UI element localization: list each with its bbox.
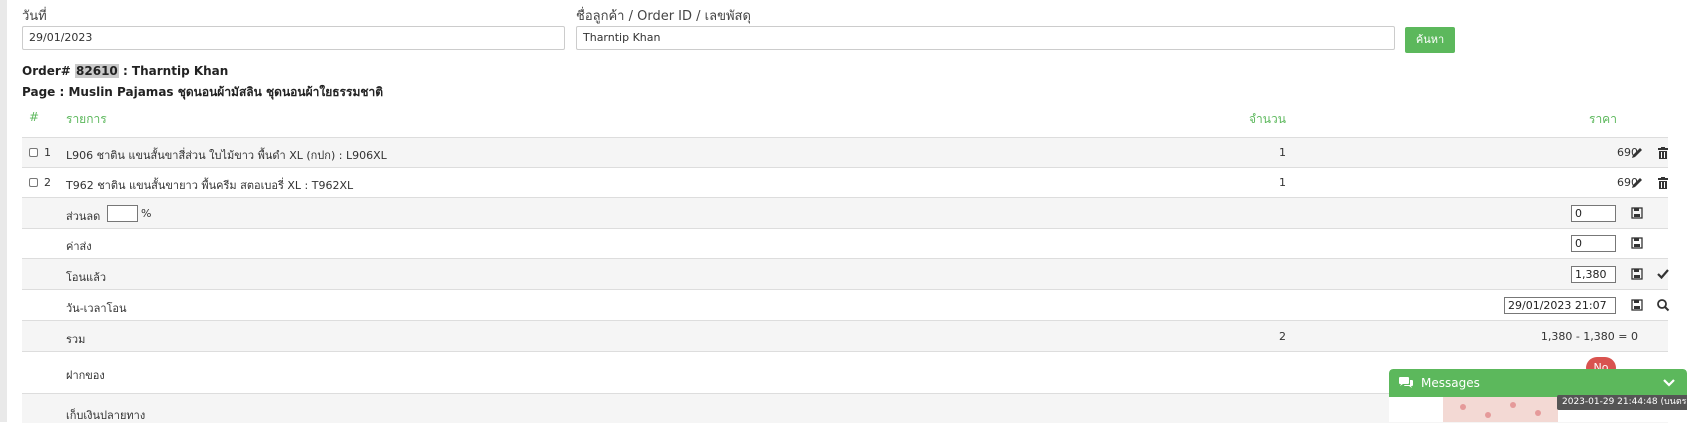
- row-number: 2: [44, 176, 51, 189]
- header-price: ราคา: [1589, 112, 1617, 126]
- trash-icon[interactable]: [1656, 176, 1670, 190]
- left-edge-strip: [0, 0, 7, 422]
- pencil-icon[interactable]: [1630, 176, 1644, 190]
- search-icon[interactable]: [1656, 298, 1670, 312]
- paid-label: โอนแล้ว: [66, 271, 107, 284]
- header-qty: จำนวน: [1249, 112, 1286, 126]
- chevron-down-icon[interactable]: [1662, 378, 1676, 388]
- order-customer: : Tharntip Khan: [122, 64, 229, 78]
- header-num: #: [29, 110, 40, 124]
- discount-label: ส่วนลด: [66, 210, 101, 223]
- order-title: Order# 82610 : Tharntip Khan: [22, 64, 228, 78]
- shipping-label: ค่าส่ง: [66, 240, 92, 253]
- discount-percent-input[interactable]: [107, 205, 138, 222]
- row-checkbox[interactable]: [29, 178, 38, 187]
- order-page: Page : Muslin Pajamas ชุดนอนผ้ามัสลิน ชุ…: [22, 85, 384, 99]
- transfer-time-label: วัน-เวลาโอน: [66, 302, 127, 315]
- transfer-time-row: วัน-เวลาโอน 29/01/2023 21:07: [22, 289, 1670, 321]
- date-input[interactable]: 29/01/2023: [22, 26, 565, 50]
- row-checkbox[interactable]: [29, 148, 38, 157]
- shipping-row: ค่าส่ง 0: [22, 228, 1668, 259]
- table-row: 1 L906 ชาติน แขนสั้นขาสี่ส่วน ใบไม้ขาว พ…: [22, 137, 1668, 168]
- messages-title: Messages: [1421, 376, 1480, 390]
- item-description: L906 ชาติน แขนสั้นขาสี่ส่วน ใบไม้ขาว พื้…: [66, 149, 387, 162]
- customer-search-input[interactable]: Tharntip Khan: [576, 26, 1395, 50]
- item-description: T962 ชาติน แขนสั้นขายาว พื้นครีม สตอเบอร…: [66, 179, 354, 192]
- percent-sign: %: [141, 207, 152, 220]
- item-qty: 1: [1279, 176, 1286, 189]
- save-icon[interactable]: [1630, 236, 1644, 250]
- discount-row: ส่วนลด % 0: [22, 197, 1668, 229]
- customer-label: ชื่อลูกค้า / Order ID / เลขพัสดุ: [576, 9, 751, 24]
- trash-icon[interactable]: [1656, 146, 1670, 160]
- save-icon[interactable]: [1630, 206, 1644, 220]
- search-button[interactable]: ค้นหา: [1405, 27, 1455, 53]
- discount-amount-input[interactable]: 0: [1571, 205, 1616, 222]
- cod-label: เก็บเงินปลายทาง: [66, 409, 146, 422]
- deposit-label: ฝากของ: [66, 369, 105, 382]
- table-row: 2 T962 ชาติน แขนสั้นขายาว พื้นครีม สตอเบ…: [22, 167, 1668, 198]
- paid-amount-input[interactable]: 1,380: [1571, 266, 1616, 283]
- strawberry-pattern: [1460, 402, 1541, 418]
- messages-header[interactable]: Messages: [1389, 369, 1687, 397]
- message-image-thumbnail: [1443, 397, 1558, 422]
- total-row: รวม 2 1,380 - 1,380 = 0: [22, 320, 1668, 352]
- shipping-input[interactable]: 0: [1571, 235, 1616, 252]
- order-prefix: Order#: [22, 64, 71, 78]
- header-item: รายการ: [66, 112, 107, 126]
- pencil-icon[interactable]: [1630, 146, 1644, 160]
- total-qty: 2: [1279, 330, 1286, 343]
- item-qty: 1: [1279, 146, 1286, 159]
- transfer-time-input[interactable]: 29/01/2023 21:07: [1504, 297, 1616, 314]
- comments-icon: [1399, 377, 1413, 388]
- check-icon[interactable]: [1656, 267, 1670, 281]
- date-label: วันที่: [22, 9, 47, 24]
- total-label: รวม: [66, 333, 86, 346]
- order-id: 82610: [75, 64, 119, 78]
- row-number: 1: [44, 146, 51, 159]
- save-icon[interactable]: [1630, 267, 1644, 281]
- paid-row: โอนแล้ว 1,380: [22, 258, 1670, 290]
- save-icon[interactable]: [1630, 298, 1644, 312]
- message-timestamp-tooltip: 2023-01-29 21:44:48 (บนตร): [1557, 395, 1687, 410]
- total-calculation: 1,380 - 1,380 = 0: [1540, 330, 1638, 343]
